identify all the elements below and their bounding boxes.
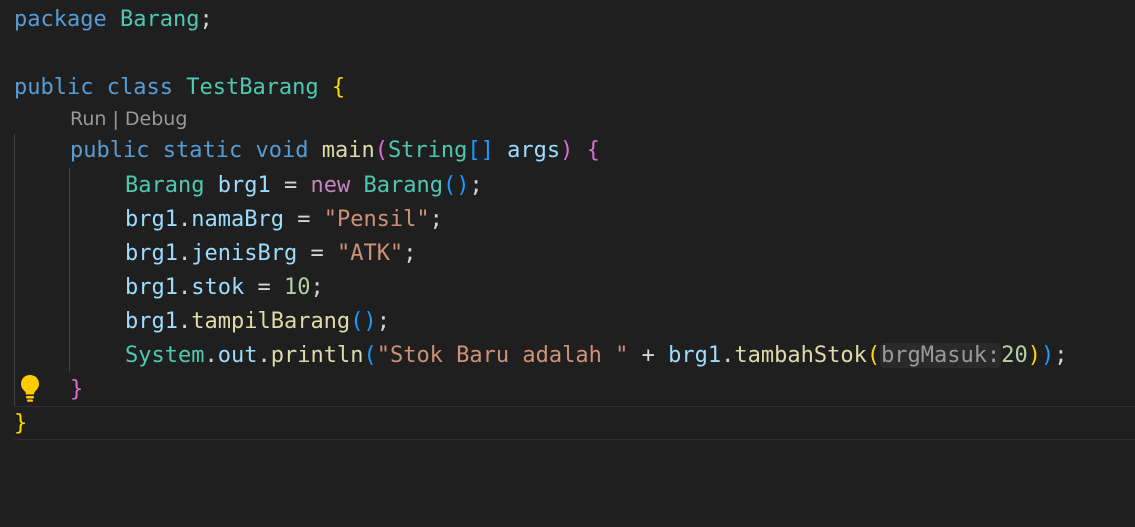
inlay-param-hint: brgMasuk: [880,343,1002,368]
codelens-debug-link[interactable]: Debug [125,108,187,130]
object-name: brg1 [125,207,178,232]
paren-close: ) [560,138,574,163]
keyword-package: package [14,7,107,32]
assign-operator: = [244,275,284,300]
dot: . [177,207,192,232]
dot: . [204,343,218,368]
dot: . [721,343,735,368]
keyword-public: public [70,138,150,163]
code-line-4[interactable]: public static void main(String[] args) { [70,134,600,168]
paren-open: ( [363,343,377,368]
package-name: Barang [119,7,200,32]
dot: . [177,275,192,300]
code-line-7[interactable]: brg1.jenisBrg = "ATK"; [125,237,416,271]
code-line-6[interactable]: brg1.namaBrg = "Pensil"; [125,203,443,237]
dot: . [177,309,192,334]
assign-operator: = [297,241,337,266]
field-name: jenisBrg [191,241,298,266]
parens: () [442,173,470,198]
code-line-9[interactable]: brg1.tampilBarang(); [125,305,390,339]
current-line-highlight [14,406,1135,440]
open-brace: { [331,75,346,100]
keyword-void: void [255,138,309,163]
code-line-8[interactable]: brg1.stok = 10; [125,271,324,305]
variable-name: brg1 [217,173,271,198]
code-line-10[interactable]: System.out.println("Stok Baru adalah " +… [125,339,1068,373]
code-line-12[interactable]: } [14,407,27,441]
string-literal: "ATK" [336,241,404,266]
constructor-name: Barang [363,173,443,198]
code-line-5[interactable]: Barang brg1 = new Barang(); [125,169,483,203]
code-line-1[interactable]: package Barang; [14,3,213,37]
assign-operator: = [283,207,324,232]
assign-operator: = [270,173,311,198]
object-name: brg1 [125,241,178,266]
param-type: String [387,138,468,163]
semicolon: ; [199,7,213,32]
semicolon: ; [403,241,417,266]
field-name: namaBrg [191,207,284,232]
string-literal: "Stok Baru adalah " [376,343,629,368]
keyword-class: class [106,75,173,100]
dot: . [177,241,192,266]
param-name: args [507,138,561,163]
paren-open: ( [374,138,388,163]
plus-operator: + [628,343,669,368]
dot: . [257,343,271,368]
keyword-new: new [310,173,351,198]
codelens: Run | Debug [70,104,187,134]
semicolon: ; [1054,343,1068,368]
codelens-run-link[interactable]: Run [70,108,106,130]
method-println: println [270,343,364,368]
codelens-separator: | [106,108,125,130]
semicolon: ; [429,207,443,232]
class-name: TestBarang [186,75,319,100]
semicolon: ; [469,173,483,198]
field-name: stok [191,275,245,300]
method-name: main [321,138,375,163]
keyword-static: static [162,138,243,163]
semicolon: ; [376,309,390,334]
object-name: brg1 [125,275,178,300]
parens: () [350,309,377,334]
paren-open-inner: ( [866,343,881,368]
class-system: System [125,343,205,368]
number-literal: 10 [283,275,311,300]
paren-close: ) [1041,343,1055,368]
number-literal: 20 [1001,343,1028,368]
indent-guide-class [14,134,15,406]
close-brace: } [70,377,84,402]
field-out: out [217,343,258,368]
open-brace: { [586,138,600,163]
code-editor[interactable]: package Barang; public class TestBarang … [0,0,1135,527]
lightbulb-icon[interactable] [19,374,41,402]
semicolon: ; [310,275,324,300]
code-line-11[interactable]: } [70,373,83,407]
object-name: brg1 [125,309,178,334]
method-call: tampilBarang [191,309,351,334]
method-tambahstok: tambahStok [734,343,867,368]
keyword-public: public [14,75,94,100]
type-name: Barang [125,173,205,198]
close-brace: } [14,411,28,436]
indent-guide-method [69,168,70,372]
array-brackets: [] [467,138,494,163]
code-line-3[interactable]: public class TestBarang { [14,71,345,105]
object-name: brg1 [668,343,722,368]
paren-close-inner: ) [1027,343,1042,368]
string-literal: "Pensil" [323,207,430,232]
